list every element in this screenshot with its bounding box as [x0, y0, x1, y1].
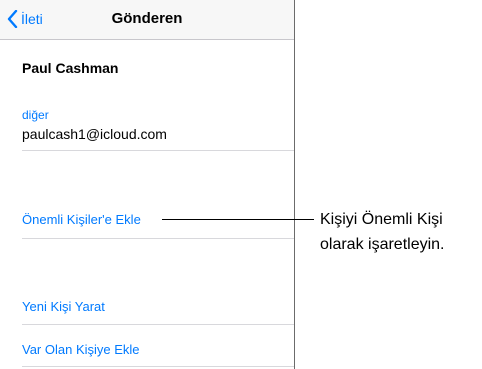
add-vip-button[interactable]: Önemli Kişiler'e Ekle: [22, 212, 141, 227]
divider: [22, 150, 294, 151]
navigation-bar: İleti Gönderen: [0, 0, 294, 40]
create-new-contact-button[interactable]: Yeni Kişi Yarat: [22, 299, 105, 314]
callout-line-2: olarak işaretleyin.: [320, 236, 445, 253]
add-to-existing-contact-button[interactable]: Var Olan Kişiye Ekle: [22, 342, 140, 357]
phone-screen: İleti Gönderen Paul Cashman diğer paulca…: [0, 0, 295, 369]
callout-line: [162, 219, 314, 220]
page-title: Gönderen: [111, 10, 183, 27]
divider: [22, 238, 294, 239]
contact-name: Paul Cashman: [22, 60, 119, 76]
email-label: diğer: [22, 108, 49, 122]
divider: [22, 366, 294, 367]
divider: [22, 324, 294, 325]
callout-line-1: Kişiyi Önemli Kişi: [320, 211, 443, 228]
email-value[interactable]: paulcash1@icloud.com: [22, 126, 167, 142]
callout-text: Kişiyi Önemli Kişi olarak işaretleyin.: [320, 207, 480, 257]
